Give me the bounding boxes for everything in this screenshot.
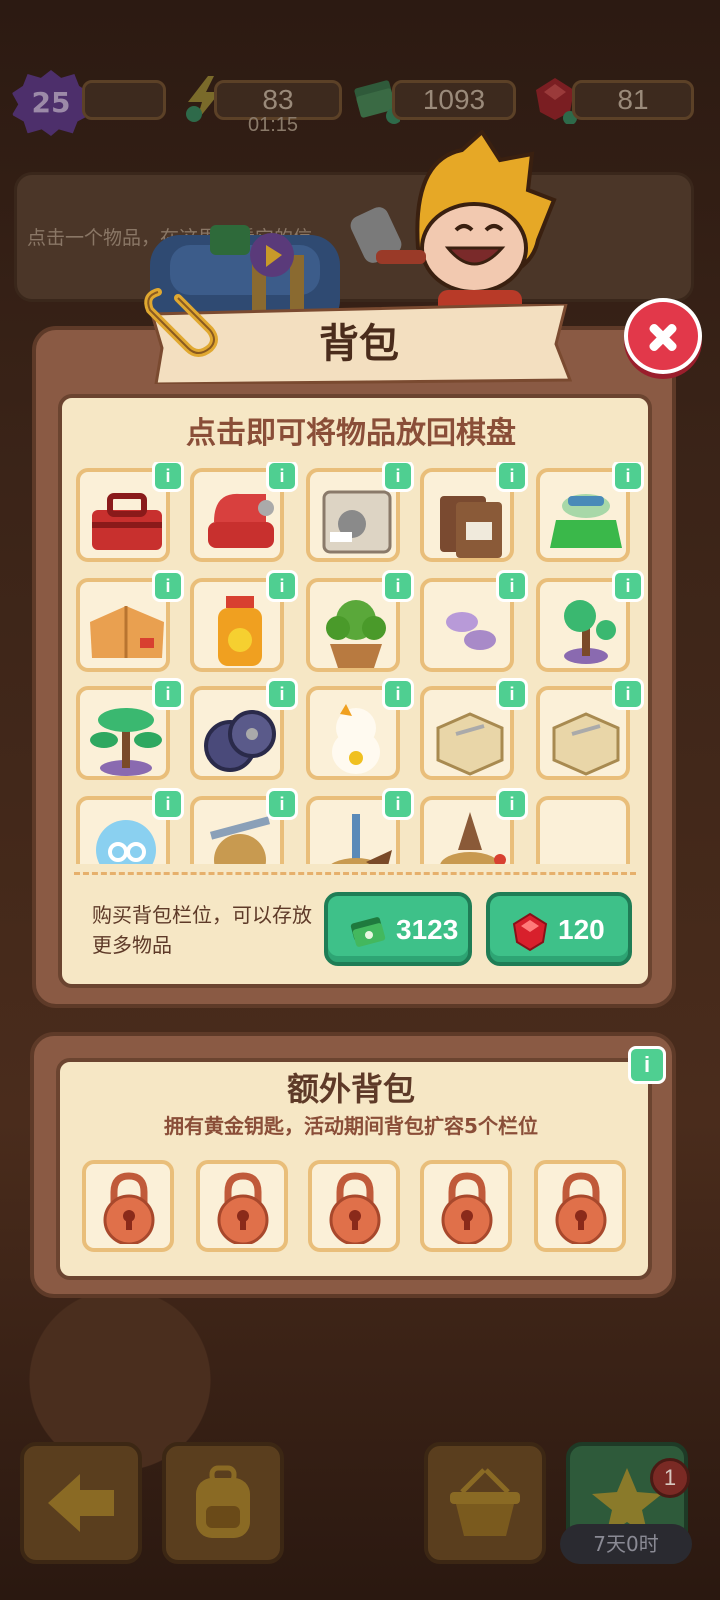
- backpack-item[interactable]: i: [76, 678, 184, 780]
- locked-slot[interactable]: [534, 1160, 626, 1252]
- item-info-icon[interactable]: i: [152, 678, 184, 710]
- small-bonsai-icon: [564, 600, 616, 664]
- energy-timer: 01:15: [248, 114, 299, 136]
- padlock-icon: [555, 1172, 607, 1244]
- item-info-icon[interactable]: i: [382, 570, 414, 602]
- backpack-item[interactable]: i: [190, 678, 298, 780]
- cake-box-icon: [436, 712, 504, 776]
- item-info-icon[interactable]: i: [266, 678, 298, 710]
- buy-slot-description: 购买背包栏位，可以存放更多物品: [92, 903, 312, 957]
- backpack-item[interactable]: i: [420, 678, 528, 780]
- backpack-item[interactable]: i: [420, 462, 528, 562]
- leather-wallet-icon: [440, 496, 502, 558]
- buy-slot-gem-button[interactable]: 120: [486, 892, 632, 966]
- backpack-item[interactable]: i: [306, 678, 414, 780]
- lucky-cat-icon: [332, 704, 380, 774]
- locked-slot[interactable]: [308, 1160, 400, 1252]
- buy-slot-cash-button[interactable]: 3123: [324, 892, 472, 966]
- divider: [74, 872, 636, 875]
- backpack-item[interactable]: i: [190, 788, 298, 864]
- notification-badge: 1: [650, 1458, 690, 1498]
- empty-slot[interactable]: [536, 796, 630, 864]
- item-info-icon[interactable]: i: [382, 462, 414, 492]
- buy-slot-gem-price: 120: [558, 914, 605, 945]
- item-info-icon[interactable]: i: [152, 462, 184, 492]
- purple-beans-icon: [446, 612, 496, 650]
- buy-slot-cash-price: 3123: [396, 914, 459, 945]
- locked-slot[interactable]: [420, 1160, 512, 1252]
- item-info-icon[interactable]: i: [152, 570, 184, 602]
- locked-slot[interactable]: [196, 1160, 288, 1252]
- cake-box-icon: [552, 712, 620, 776]
- backpack-grid[interactable]: i i i i i i i i i i i i i i i i i i i: [70, 462, 650, 864]
- item-info-icon[interactable]: i: [612, 678, 644, 710]
- cash-counter[interactable]: 1093: [392, 80, 516, 120]
- locked-slot[interactable]: [82, 1160, 174, 1252]
- basket-icon: [450, 1468, 520, 1536]
- backpack-nav-button[interactable]: [162, 1442, 284, 1564]
- paperclip-icon: [144, 288, 218, 357]
- item-info-icon[interactable]: i: [152, 788, 184, 820]
- bonsai-tree-icon: [90, 708, 162, 776]
- item-info-icon[interactable]: i: [496, 462, 528, 492]
- backpack-item[interactable]: i: [190, 462, 298, 562]
- green-tutu-icon: [550, 494, 622, 548]
- cash-icon: [350, 917, 386, 947]
- item-info-icon[interactable]: i: [382, 788, 414, 820]
- backpack-item[interactable]: i: [306, 570, 414, 672]
- item-info-icon[interactable]: i: [266, 570, 298, 602]
- cardboard-parcel-icon: [90, 606, 164, 658]
- backpack-item[interactable]: i: [76, 570, 184, 672]
- backpack-icon: [196, 1465, 250, 1538]
- gem-icon: [512, 912, 548, 952]
- item-info-icon[interactable]: i: [266, 462, 298, 492]
- potted-tree-icon: [326, 600, 386, 668]
- backpack-item[interactable]: i: [420, 570, 528, 672]
- backpack-subtitle: 点击即可将物品放回棋盘: [186, 416, 516, 451]
- shop-button[interactable]: [424, 1442, 546, 1564]
- backpack-item[interactable]: i: [190, 570, 298, 672]
- backpack-item[interactable]: i: [536, 462, 644, 562]
- padlock-icon: [103, 1172, 155, 1244]
- item-info-icon[interactable]: i: [266, 788, 298, 820]
- close-button[interactable]: [624, 298, 702, 374]
- backpack-item[interactable]: i: [76, 462, 184, 562]
- gem-counter[interactable]: 81: [572, 80, 694, 120]
- backpack-item[interactable]: i: [536, 678, 644, 780]
- padlock-icon: [441, 1172, 493, 1244]
- backpack-item[interactable]: i: [306, 788, 414, 864]
- backpack-item[interactable]: i: [76, 788, 184, 864]
- backpack-item[interactable]: i: [536, 570, 644, 672]
- item-info-icon[interactable]: i: [382, 678, 414, 710]
- item-info-icon[interactable]: i: [612, 462, 644, 492]
- item-info-icon[interactable]: i: [496, 570, 528, 602]
- item-info-icon[interactable]: i: [612, 570, 644, 602]
- hero-character: [350, 130, 557, 330]
- event-timer: 7天0时: [560, 1524, 692, 1564]
- extra-backpack-title: 额外背包: [286, 1070, 415, 1108]
- backpack-item[interactable]: i: [420, 788, 528, 864]
- ziplock-bag-icon: [322, 490, 392, 554]
- wheels-icon: [204, 710, 276, 772]
- red-sewing-machine-icon: [208, 493, 274, 548]
- padlock-icon: [329, 1172, 381, 1244]
- back-arrow-icon: [48, 1474, 114, 1532]
- back-button[interactable]: [20, 1442, 142, 1564]
- item-info-icon[interactable]: i: [496, 788, 528, 820]
- item-info-icon[interactable]: i: [496, 678, 528, 710]
- oil-bottle-icon: [218, 596, 262, 666]
- backpack-item[interactable]: i: [306, 462, 414, 562]
- level-badge[interactable]: 25: [12, 70, 90, 136]
- extra-backpack-description: 拥有黄金钥匙，活动期间背包扩容5个栏位: [164, 1114, 538, 1138]
- padlock-icon: [217, 1172, 269, 1244]
- xp-bar: [82, 80, 166, 120]
- red-toolbox-icon: [92, 493, 162, 550]
